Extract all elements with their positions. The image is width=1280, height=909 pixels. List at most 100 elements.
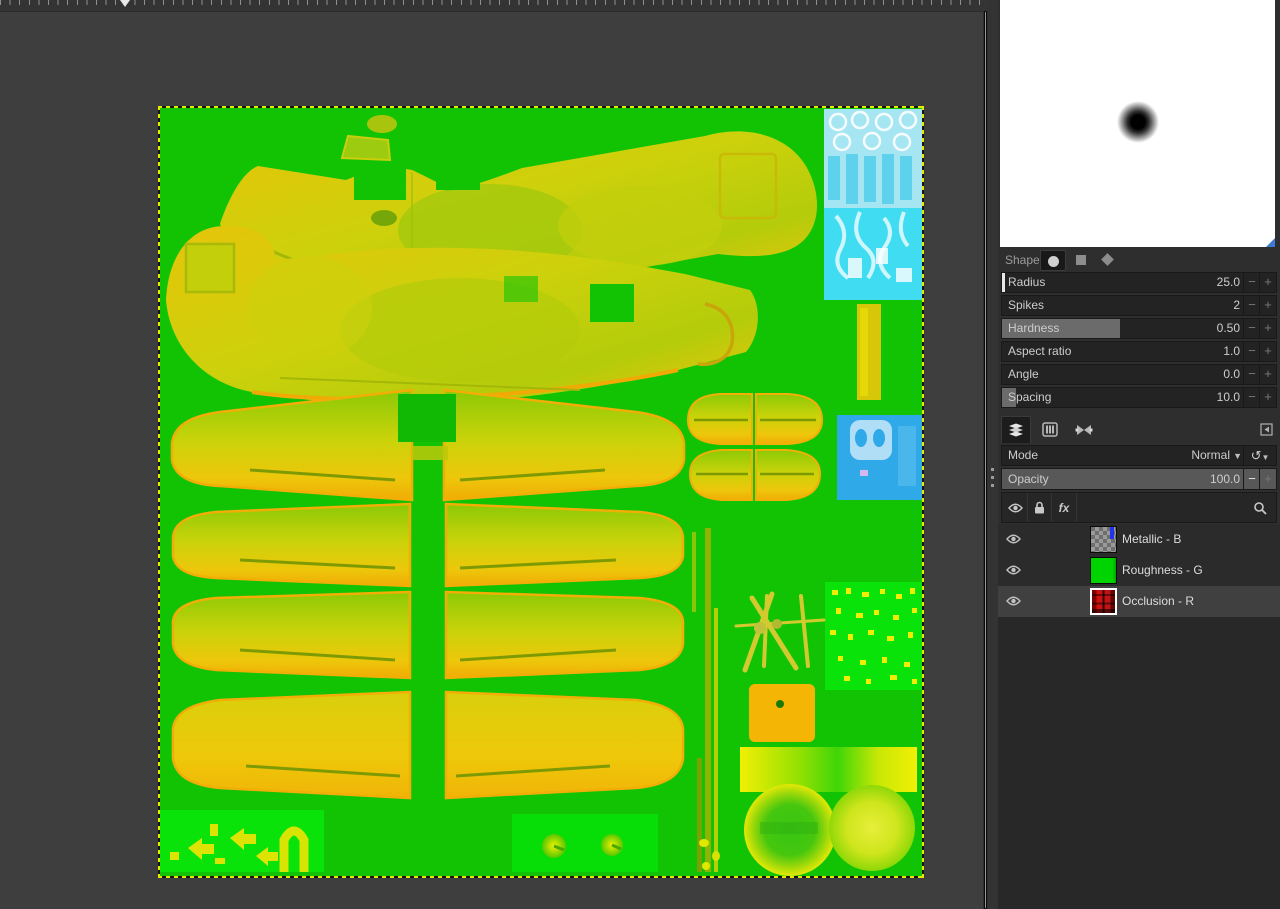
slider-spacing[interactable]: Spacing 10.0 − + [1001,387,1277,408]
layer-list: Metallic - B Roughness - G Occlusion - R [998,524,1280,909]
slider-value: 10.0 [1217,388,1240,407]
slider-hardness[interactable]: Hardness 0.50 − + [1001,318,1277,339]
shape-label: Shape: [1005,250,1043,271]
canvas-image[interactable] [160,108,922,876]
shape-diamond-button[interactable] [1094,250,1120,271]
canvas-viewport[interactable] [0,11,983,909]
square-icon [1076,255,1086,265]
search-icon [1253,501,1267,515]
shape-circle-button[interactable] [1040,250,1066,271]
lock-header[interactable] [1028,493,1050,522]
decrement-button[interactable]: − [1243,388,1260,407]
reset-icon: ↺ [1251,448,1262,463]
splitter-grip-icon [991,468,994,492]
decrement-button[interactable]: − [1243,469,1260,489]
layer-row-roughness[interactable]: Roughness - G [998,555,1280,586]
layers-icon [1007,422,1025,438]
increment-button[interactable]: + [1259,365,1276,384]
layer-mode-row: Mode Normal ▼ ↺▼ [1001,445,1277,466]
dock-splitter[interactable] [988,0,998,909]
slider-value: 2 [1233,296,1240,315]
slider-value: 0.50 [1217,319,1240,338]
divider [1076,493,1077,522]
slider-angle[interactable]: Angle 0.0 − + [1001,364,1277,385]
increment-button[interactable]: + [1259,296,1276,315]
image-layer-boundary [158,106,924,878]
brush-preview[interactable] [1000,0,1275,247]
lock-icon [1034,501,1045,514]
increment-button[interactable]: + [1259,342,1276,361]
layer-name[interactable]: Roughness - G [1122,563,1203,577]
right-dock-panel: Shape: Radius 25.0 − + Spikes 2 − + Hard… [998,0,1280,909]
visibility-eye-icon[interactable] [1006,564,1021,578]
layer-attributes-header: fx [1001,492,1277,523]
layer-row-occlusion[interactable]: Occlusion - R [998,586,1280,617]
slider-label: Radius [1008,273,1045,292]
chevron-down-icon: ▼ [1261,453,1269,462]
tab-menu-icon [1260,423,1273,436]
tab-menu-button[interactable] [1258,422,1274,437]
preview-resize-grip-icon[interactable] [1266,238,1275,247]
fx-icon: fx [1059,501,1070,515]
channels-icon [1042,422,1058,437]
tab-paths[interactable] [1069,416,1099,443]
layer-thumbnail[interactable] [1090,557,1117,584]
brush-shape-dot [1116,100,1160,144]
slider-value: 25.0 [1217,273,1240,292]
layer-row-metallic[interactable]: Metallic - B [998,524,1280,555]
layer-thumbnail[interactable] [1090,526,1117,553]
mode-label: Mode [1008,446,1038,465]
slider-label: Spacing [1008,388,1051,407]
dock-tab-bar [998,414,1280,443]
horizontal-ruler[interactable] [0,0,996,12]
slider-label: Angle [1008,365,1039,384]
increment-button[interactable]: + [1259,469,1276,489]
slider-fill [1002,273,1005,292]
texture-shapes [160,108,922,876]
layer-search-button[interactable] [1250,493,1270,522]
shape-square-button[interactable] [1068,250,1094,271]
slider-value: 0.0 [1223,365,1240,384]
slider-aspect-ratio[interactable]: Aspect ratio 1.0 − + [1001,341,1277,362]
thumbnail-detail [1110,527,1114,539]
decrement-button[interactable]: − [1243,296,1260,315]
scrollbar-thumb[interactable] [984,11,987,909]
layer-name[interactable]: Occlusion - R [1122,594,1194,608]
opacity-value: 100.0 [1210,469,1240,489]
tab-layers[interactable] [1001,416,1031,443]
increment-button[interactable]: + [1259,319,1276,338]
mode-dropdown[interactable]: Normal [1191,446,1230,465]
visibility-eye-icon[interactable] [1006,595,1021,609]
layer-name[interactable]: Metallic - B [1122,532,1181,546]
diamond-icon [1101,253,1114,266]
chevron-down-icon[interactable]: ▼ [1233,446,1242,467]
decrement-button[interactable]: − [1243,273,1260,292]
layer-boundary-bottom [158,876,924,878]
slider-label: Spikes [1008,296,1044,315]
slider-radius[interactable]: Radius 25.0 − + [1001,272,1277,293]
ruler-position-marker [120,0,130,7]
circle-icon [1048,256,1059,267]
brush-shape-row: Shape: [1001,250,1277,271]
visibility-eye-icon[interactable] [1006,533,1021,547]
slider-spikes[interactable]: Spikes 2 − + [1001,295,1277,316]
decrement-button[interactable]: − [1243,319,1260,338]
increment-button[interactable]: + [1259,388,1276,407]
slider-value: 1.0 [1223,342,1240,361]
decrement-button[interactable]: − [1243,365,1260,384]
slider-label: Hardness [1008,319,1059,338]
effects-header[interactable]: fx [1052,493,1076,522]
layer-thumbnail[interactable] [1090,588,1117,615]
tab-channels[interactable] [1035,416,1065,443]
dock-resize-grip[interactable] [998,407,1280,412]
gimp-window: Shape: Radius 25.0 − + Spikes 2 − + Hard… [0,0,1280,909]
slider-label: Aspect ratio [1008,342,1071,361]
layer-boundary-right [922,106,924,878]
decrement-button[interactable]: − [1243,342,1260,361]
opacity-slider[interactable]: Opacity 100.0 − + [1001,468,1277,490]
mode-reset-button[interactable]: ↺▼ [1243,446,1276,465]
paths-icon [1075,423,1093,437]
increment-button[interactable]: + [1259,273,1276,292]
opacity-label: Opacity [1008,469,1049,489]
visibility-toggle-header[interactable] [1004,493,1026,522]
